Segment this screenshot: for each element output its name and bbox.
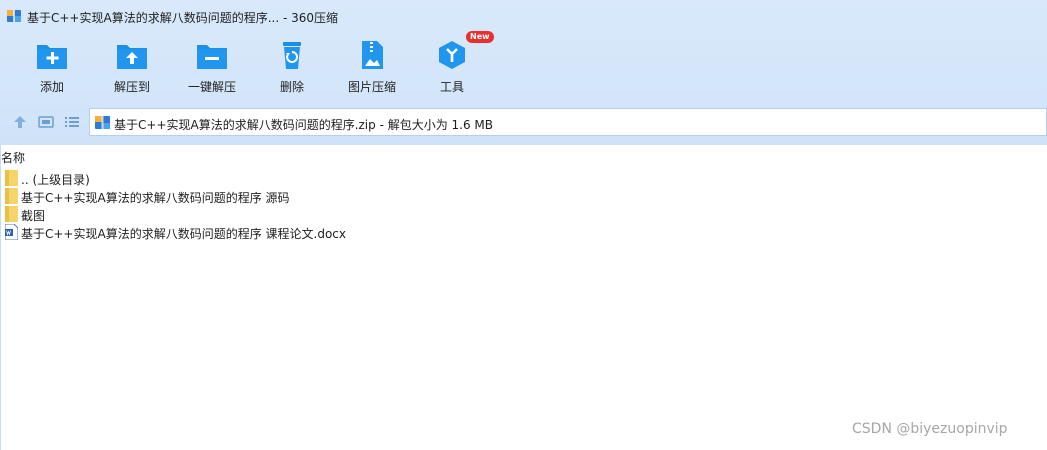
delete-icon — [283, 42, 301, 69]
one-click-extract-button[interactable]: 一键解压 — [172, 36, 252, 100]
one-click-extract-label: 一键解压 — [187, 80, 236, 94]
list-item-name: .. (上级目录) — [21, 173, 90, 187]
image-compress-button[interactable]: 图片压缩 — [332, 36, 412, 100]
delete-button[interactable]: 删除 — [252, 36, 332, 100]
window-title: 基于C++实现A算法的求解八数码问题的程序... - 360压缩 — [27, 11, 339, 25]
toolbar: 添加 解压到 一键解压 删除 图片压缩 New 工具 — [0, 31, 1047, 100]
add-icon — [37, 45, 67, 69]
list-item-name: 基于C++实现A算法的求解八数码问题的程序 课程论文.docx — [21, 227, 346, 241]
address-row: 基于C++实现A算法的求解八数码问题的程序.zip - 解包大小为 1.6 MB — [0, 107, 1047, 137]
list-item-name: 截图 — [21, 209, 46, 223]
extract-to-label: 解压到 — [113, 80, 150, 94]
list-item-source-folder[interactable]: 基于C++实现A算法的求解八数码问题的程序 源码 — [5, 187, 505, 205]
list-view-icon[interactable] — [63, 113, 81, 131]
file-list: 名称 .. (上级目录) 基于C++实现A算法的求解八数码问题的程序 源码 截图… — [0, 145, 1047, 450]
window-chrome: 基于C++实现A算法的求解八数码问题的程序... - 360压缩 添加 解压到 — [0, 0, 1047, 145]
title-bar: 基于C++实现A算法的求解八数码问题的程序... - 360压缩 — [0, 0, 1047, 32]
name-column-header[interactable]: 名称 — [1, 149, 25, 166]
watermark: CSDN @biyezuopinvip — [852, 421, 1008, 437]
one-click-extract-icon — [197, 45, 227, 69]
delete-label: 删除 — [279, 80, 304, 94]
list-item-parent[interactable]: .. (上级目录) — [5, 169, 505, 187]
add-button[interactable]: 添加 — [12, 36, 92, 100]
tools-icon — [439, 41, 465, 69]
folder-icon — [5, 170, 18, 186]
image-compress-icon — [362, 41, 383, 69]
add-label: 添加 — [39, 80, 64, 94]
extract-to-button[interactable]: 解压到 — [92, 36, 172, 100]
address-bar[interactable]: 基于C++实现A算法的求解八数码问题的程序.zip - 解包大小为 1.6 MB — [89, 108, 1047, 136]
app-archive-icon — [7, 10, 21, 22]
list-item-screenshots-folder[interactable]: 截图 — [5, 205, 505, 223]
archive-icon — [95, 116, 110, 129]
image-compress-label: 图片压缩 — [347, 80, 396, 94]
address-path: 基于C++实现A算法的求解八数码问题的程序.zip - 解包大小为 1.6 MB — [114, 118, 494, 132]
tools-label: 工具 — [439, 80, 464, 94]
folder-icon — [5, 206, 18, 222]
thumbnail-view-icon[interactable] — [37, 113, 55, 131]
new-badge: New — [466, 31, 494, 43]
extract-to-icon — [117, 45, 147, 69]
word-document-icon — [5, 224, 18, 240]
up-arrow-icon[interactable] — [11, 113, 29, 131]
list-item-name: 基于C++实现A算法的求解八数码问题的程序 源码 — [21, 191, 290, 205]
folder-icon — [5, 188, 18, 204]
tools-button[interactable]: New 工具 — [412, 31, 494, 100]
list-item-docx[interactable]: 基于C++实现A算法的求解八数码问题的程序 课程论文.docx — [5, 223, 505, 241]
